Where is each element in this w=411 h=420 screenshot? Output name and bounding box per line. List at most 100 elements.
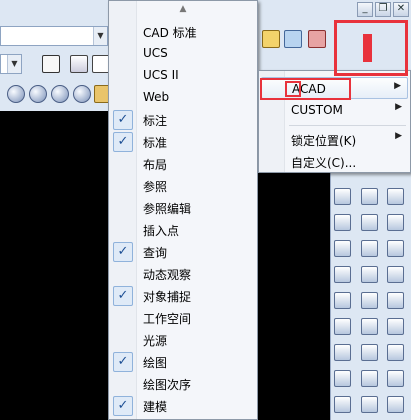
extend-tool-icon[interactable]: [361, 240, 378, 257]
box-tool-icon[interactable]: [361, 188, 378, 205]
sweep-tool-icon[interactable]: [387, 344, 404, 361]
chevron-down-icon[interactable]: ▼: [7, 55, 21, 73]
rotate-tool-icon[interactable]: [361, 214, 378, 231]
annotation-marker: [363, 34, 372, 62]
menu-item-label: UCS: [143, 46, 168, 60]
menu-item[interactable]: 参照编辑: [110, 197, 257, 219]
linear-dim-icon[interactable]: [334, 344, 351, 361]
menu-item-label: 工作空间: [143, 312, 192, 326]
wedge-tool-icon[interactable]: [387, 266, 404, 283]
check-icon: ✓: [113, 352, 133, 372]
menu-item[interactable]: 参照: [110, 175, 257, 197]
menu-item[interactable]: 工作空间: [110, 307, 257, 329]
submenu-item-label: 锁定位置(K): [291, 134, 357, 148]
menu-item-label: 对象捕捉: [143, 290, 192, 304]
menu-item-label: 布局: [143, 158, 168, 172]
menu-separator: [289, 125, 406, 126]
submenu-arrow-icon: ▶: [394, 81, 401, 91]
delete-tool-icon[interactable]: [361, 266, 378, 283]
zoom-window-icon[interactable]: [29, 85, 47, 103]
cube-icon[interactable]: [70, 55, 88, 73]
text-style-icon[interactable]: [42, 55, 60, 73]
menu-item-label: 插入点: [143, 224, 180, 238]
menu-item[interactable]: CAD 标准: [110, 21, 257, 43]
submenu-item-customize[interactable]: 自定义(C)...: [261, 150, 408, 172]
menu-item-label: 参照编辑: [143, 202, 192, 216]
restore-button[interactable]: ❐: [375, 2, 391, 17]
loft-tool-icon[interactable]: [387, 370, 404, 387]
chevron-down-icon[interactable]: ▼: [93, 27, 107, 45]
scroll-up-arrow-icon[interactable]: ▲: [109, 4, 257, 18]
move-tool-icon[interactable]: [334, 214, 351, 231]
zoom-previous-icon[interactable]: [73, 85, 91, 103]
menu-item[interactable]: ✓ 标注: [110, 109, 257, 131]
solid-edit-icon[interactable]: [361, 344, 378, 361]
check-icon: ✓: [113, 110, 133, 130]
menu-item[interactable]: ✓ 绘图: [110, 351, 257, 373]
menu-item[interactable]: ✓ 标准: [110, 131, 257, 153]
menu-item-label: UCS II: [143, 68, 179, 82]
submenu-arrow-icon: ▶: [395, 102, 402, 112]
check-icon: ✓: [113, 242, 133, 262]
draw-tool-icon[interactable]: [334, 188, 351, 205]
menu-item[interactable]: UCS II: [110, 65, 257, 87]
menu-item-label: CAD 标准: [143, 26, 197, 40]
cylinder-tool-icon[interactable]: [387, 240, 404, 257]
submenu-item-custom[interactable]: CUSTOM ▶: [261, 99, 408, 121]
submenu-item-lock-position[interactable]: 锁定位置(K) ▶: [261, 128, 408, 150]
cone-tool-icon[interactable]: [387, 188, 404, 205]
modeling-toolbars: [330, 172, 411, 420]
menu-item[interactable]: 绘图次序: [110, 373, 257, 395]
layer-state-icon[interactable]: [262, 30, 280, 48]
annotation-highlight: [260, 78, 351, 100]
union-tool-icon[interactable]: [361, 292, 378, 309]
submenu-item-label: 自定义(C)...: [291, 156, 357, 170]
menu-item-label: 标准: [143, 136, 168, 150]
menu-item[interactable]: UCS: [110, 43, 257, 65]
sphere-tool-icon[interactable]: [387, 214, 404, 231]
menu-item-label: 标注: [143, 114, 168, 128]
leader-tool-icon[interactable]: [334, 396, 351, 413]
menu-item-label: 参照: [143, 180, 168, 194]
menu-item[interactable]: ✓ 查询: [110, 241, 257, 263]
section-tool-icon[interactable]: [361, 396, 378, 413]
menu-item[interactable]: Web: [110, 87, 257, 109]
menu-item-label: 建模: [143, 400, 168, 414]
torus-tool-icon[interactable]: [387, 292, 404, 309]
extrude-tool-icon[interactable]: [361, 318, 378, 335]
layer-combo[interactable]: ▼: [0, 26, 108, 46]
zoom-extents-icon[interactable]: [51, 85, 69, 103]
menu-item-label: 光源: [143, 334, 168, 348]
check-icon: ✓: [113, 132, 133, 152]
window-controls: _ ❐ ✕: [357, 2, 409, 17]
submenu-arrow-icon: ▶: [395, 131, 402, 141]
slice-tool-icon[interactable]: [361, 370, 378, 387]
menu-item[interactable]: 光源: [110, 329, 257, 351]
layer-previous-icon[interactable]: [284, 30, 302, 48]
menu-item[interactable]: 动态观察: [110, 263, 257, 285]
pyramid-tool-icon[interactable]: [387, 318, 404, 335]
trim-tool-icon[interactable]: [334, 240, 351, 257]
revolve-tool-icon[interactable]: [387, 396, 404, 413]
layer-match-icon[interactable]: [308, 30, 326, 48]
submenu-item-label: CUSTOM: [291, 103, 343, 117]
menu-item[interactable]: 插入点: [110, 219, 257, 241]
zoom-realtime-icon[interactable]: [7, 85, 25, 103]
arc-tool-icon[interactable]: [334, 292, 351, 309]
menu-item[interactable]: ✓ 对象捕捉: [110, 285, 257, 307]
close-button[interactable]: ✕: [393, 2, 409, 17]
menu-item-label: 查询: [143, 246, 168, 260]
minimize-button[interactable]: _: [357, 2, 373, 17]
dimension-tool-icon[interactable]: [334, 318, 351, 335]
baseline-dim-icon[interactable]: [334, 370, 351, 387]
menu-item[interactable]: 布局: [110, 153, 257, 175]
annotation-marker-small: [285, 81, 301, 97]
menu-item-label: 绘图: [143, 356, 168, 370]
style-combo[interactable]: ▼: [0, 54, 22, 74]
menu-item-label: 绘图次序: [143, 378, 192, 392]
menu-item-label: 动态观察: [143, 268, 192, 282]
check-icon: ✓: [113, 396, 133, 416]
menu-item[interactable]: ✓ 建模: [110, 395, 257, 417]
erase-tool-icon[interactable]: [334, 266, 351, 283]
menu-item-label: Web: [143, 90, 170, 104]
